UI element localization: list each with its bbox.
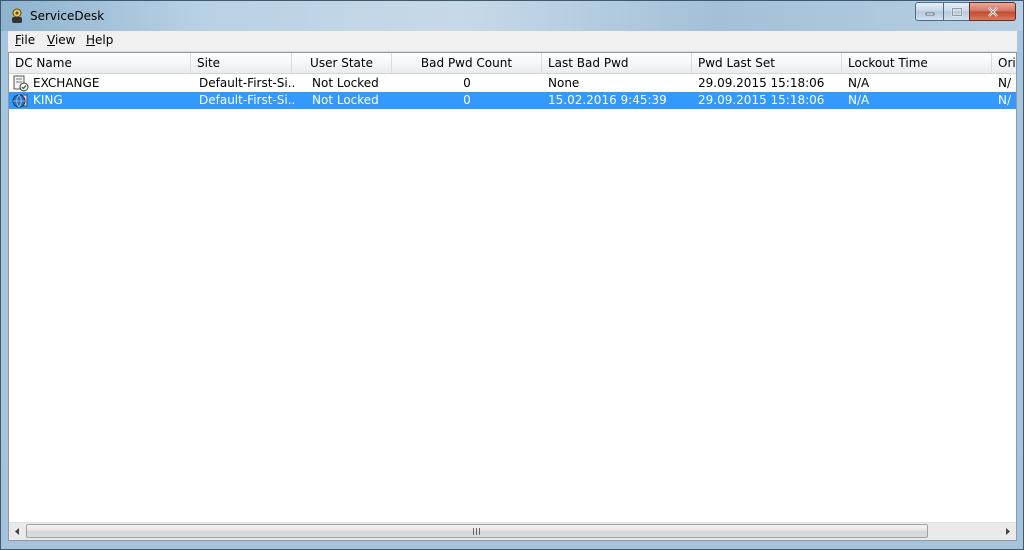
minimize-button[interactable]: [915, 2, 944, 21]
cell-user-state: Not Locked: [312, 76, 379, 90]
column-header-lockout-time[interactable]: Lockout Time: [842, 53, 992, 73]
column-header-ori[interactable]: Ori: [992, 53, 1016, 73]
cell-ori: N/: [998, 93, 1012, 107]
table-row[interactable]: EXCHANGE Default-First-Si... Not Locked …: [9, 75, 1016, 92]
horizontal-scrollbar[interactable]: [9, 522, 1016, 540]
grip-icon: [473, 528, 481, 535]
menu-view[interactable]: View: [47, 33, 75, 47]
list-header: DC Name Site User State Bad Pwd Count La…: [9, 53, 1016, 74]
cell-bad-pwd-count: 0: [463, 76, 471, 90]
title-bar[interactable]: ServiceDesk: [1, 1, 1023, 31]
app-key-user-icon: [9, 8, 25, 24]
cell-pwd-last-set: 29.09.2015 15:18:06: [698, 93, 825, 107]
column-header-site[interactable]: Site: [191, 53, 292, 73]
column-header-dc-name[interactable]: DC Name: [9, 53, 191, 73]
cell-last-bad-pwd: 15.02.2016 9:45:39: [548, 93, 667, 107]
cell-site: Default-First-Si...: [199, 93, 294, 107]
cell-ori: N/: [998, 76, 1012, 90]
scroll-right-button[interactable]: [999, 523, 1016, 540]
column-header-bad-pwd-count[interactable]: Bad Pwd Count: [392, 53, 542, 73]
scroll-thumb[interactable]: [26, 524, 928, 538]
scroll-left-button[interactable]: [9, 523, 26, 540]
menu-help[interactable]: Help: [86, 33, 113, 47]
cell-dc-name: EXCHANGE: [33, 76, 100, 90]
cell-lockout-time: N/A: [848, 76, 870, 90]
cell-last-bad-pwd: None: [548, 76, 580, 90]
cell-dc-name: KING: [33, 93, 63, 107]
window-title: ServiceDesk: [30, 9, 105, 23]
menu-file[interactable]: File: [15, 33, 35, 47]
column-header-pwd-last-set[interactable]: Pwd Last Set: [692, 53, 842, 73]
close-button[interactable]: [969, 2, 1016, 21]
table-row-selected[interactable]: KING Default-First-Si... Not Locked 0 15…: [9, 92, 1016, 109]
column-header-last-bad-pwd[interactable]: Last Bad Pwd: [542, 53, 692, 73]
cell-lockout-time: N/A: [848, 93, 870, 107]
column-header-user-state[interactable]: User State: [292, 53, 392, 73]
maximize-button[interactable]: [943, 2, 970, 21]
cell-pwd-last-set: 29.09.2015 15:18:06: [698, 76, 825, 90]
dc-list-view[interactable]: DC Name Site User State Bad Pwd Count La…: [8, 52, 1017, 541]
app-window: ServiceDesk File View Help DC Name Site …: [0, 0, 1024, 550]
minimize-icon: [925, 12, 934, 15]
cell-site: Default-First-Si...: [199, 76, 294, 90]
menu-bar: File View Help: [8, 31, 1017, 52]
arrow-left-icon: [15, 528, 19, 535]
restore-icon: [951, 7, 962, 16]
cell-user-state: Not Locked: [312, 93, 379, 107]
arrow-right-icon: [1006, 528, 1010, 535]
close-icon: [987, 6, 998, 17]
cell-bad-pwd-count: 0: [463, 93, 471, 107]
